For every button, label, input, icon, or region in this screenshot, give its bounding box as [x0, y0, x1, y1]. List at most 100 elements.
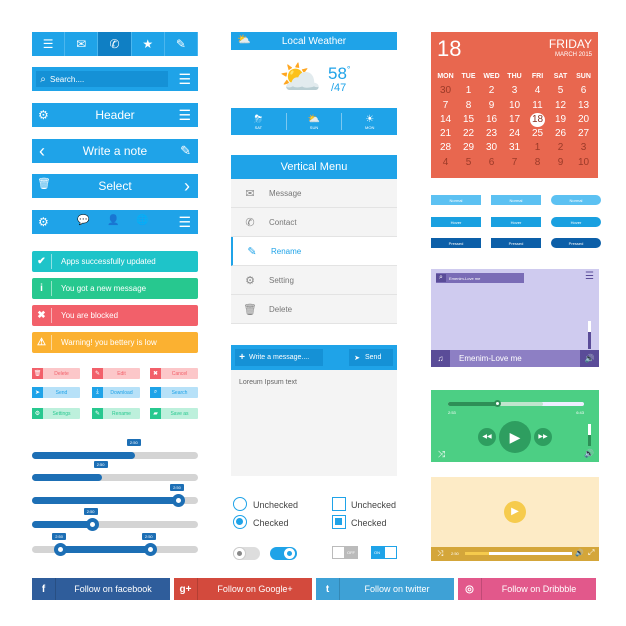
calendar-date[interactable]: 29 — [457, 141, 480, 155]
calendar-date[interactable]: 28 — [434, 141, 457, 155]
social-button[interactable]: g+ Follow on Google+ — [174, 578, 312, 600]
calendar-date[interactable]: 26 — [549, 127, 572, 141]
calendar-date[interactable]: 15 — [457, 113, 480, 127]
calendar-date[interactable]: 4 — [526, 84, 549, 98]
slider-knob[interactable] — [172, 494, 186, 507]
user-icon[interactable]: 👤 — [107, 216, 119, 226]
calendar-date[interactable]: 9 — [549, 156, 572, 170]
calendar-date-cell[interactable]: 31 — [503, 141, 526, 155]
calendar-date-cell[interactable]: 21 — [434, 127, 457, 141]
calendar-date-cell[interactable]: 9 — [480, 99, 503, 113]
calendar-date-cell[interactable]: 5 — [549, 84, 572, 98]
calendar-date-cell[interactable]: 9 — [549, 156, 572, 170]
settings-button[interactable]: ⚙ Settings — [32, 408, 80, 419]
radio-checked[interactable] — [233, 515, 247, 529]
calendar-date-cell[interactable]: 7 — [434, 99, 457, 113]
shuffle-icon[interactable]: ⤨ — [438, 449, 445, 460]
calendar-date-cell[interactable]: 3 — [503, 84, 526, 98]
calendar-date-cell[interactable]: 20 — [572, 113, 595, 127]
calendar-date-cell[interactable]: 27 — [572, 127, 595, 141]
tab-mail[interactable]: ✉ — [65, 32, 99, 56]
delete-button[interactable]: 🗑 Delete — [32, 368, 80, 379]
checkbox-checked[interactable] — [332, 515, 346, 529]
tab-star[interactable]: ★ — [132, 32, 165, 56]
pressed-button[interactable]: Pressed — [551, 238, 601, 248]
fullscreen-icon[interactable]: ⤢ — [588, 548, 594, 558]
calendar-date-cell[interactable]: 8 — [526, 156, 549, 170]
calendar-date-cell[interactable]: 1 — [457, 84, 480, 98]
calendar-date[interactable]: 17 — [503, 113, 526, 127]
menu-icon[interactable]: ☰ — [178, 215, 191, 229]
calendar-date[interactable]: 11 — [526, 99, 549, 113]
save-as-button[interactable]: ▰ Save as — [150, 408, 198, 419]
calendar-date[interactable]: 23 — [480, 127, 503, 141]
progress-knob[interactable] — [494, 400, 501, 407]
social-button[interactable]: ◎ Follow on Dribbble — [458, 578, 596, 600]
calendar-date[interactable]: 5 — [457, 156, 480, 170]
edit-button[interactable]: ✎ Edit — [92, 368, 140, 379]
calendar-date[interactable]: 5 — [549, 84, 572, 98]
menu-icon[interactable]: ☰ — [585, 271, 594, 282]
slider-knob[interactable] — [85, 518, 99, 531]
calendar-date-cell[interactable]: 17 — [503, 113, 526, 127]
calendar-date-cell[interactable]: 16 — [480, 113, 503, 127]
calendar-date-cell[interactable]: 2 — [549, 141, 572, 155]
calendar-date-cell[interactable]: 3 — [572, 141, 595, 155]
slider-knob[interactable] — [54, 543, 68, 556]
calendar-date[interactable]: 30 — [480, 141, 503, 155]
volume-icon[interactable]: 🔊 — [580, 350, 599, 367]
download-button[interactable]: ⤓ Download — [92, 387, 140, 398]
calendar-date-cell[interactable]: 14 — [434, 113, 457, 127]
forward-button[interactable]: ▶▶ — [534, 428, 552, 446]
menu-icon[interactable]: ☰ — [178, 108, 191, 122]
calendar-date-cell[interactable]: 29 — [457, 141, 480, 155]
slider[interactable] — [32, 494, 198, 507]
normal-button[interactable]: Normal — [551, 195, 601, 205]
calendar-date[interactable]: 27 — [572, 127, 595, 141]
calendar-date-cell[interactable]: 18 — [526, 112, 549, 128]
send-button[interactable]: ➤ Send — [349, 349, 393, 366]
calendar-date-cell[interactable]: 22 — [457, 127, 480, 141]
normal-button[interactable]: Normal — [491, 195, 541, 205]
menu-item-contact[interactable]: ✆ Contact — [231, 208, 397, 237]
volume-icon[interactable]: 🔊 — [575, 549, 584, 557]
checkbox-unchecked[interactable] — [332, 497, 346, 511]
calendar-date[interactable]: 6 — [572, 84, 595, 98]
tab-phone[interactable]: ✆ — [98, 32, 132, 56]
calendar-date[interactable]: 3 — [572, 141, 595, 155]
calendar-date-cell[interactable]: 19 — [549, 113, 572, 127]
chevron-right-icon[interactable]: › — [184, 177, 190, 195]
calendar-date[interactable]: 10 — [503, 99, 526, 113]
trash-icon[interactable]: 🗑 — [37, 179, 51, 190]
calendar-date[interactable]: 16 — [480, 113, 503, 127]
calendar-date[interactable]: 19 — [549, 113, 572, 127]
calendar-date[interactable]: 30 — [434, 84, 457, 98]
calendar-date-cell[interactable]: 23 — [480, 127, 503, 141]
social-button[interactable]: f Follow on facebook — [32, 578, 170, 600]
calendar-date[interactable]: 10 — [572, 156, 595, 170]
calendar-date[interactable]: 22 — [457, 127, 480, 141]
calendar-date[interactable]: 8 — [457, 99, 480, 113]
calendar-date-cell[interactable]: 10 — [503, 99, 526, 113]
calendar-date-cell[interactable]: 8 — [457, 99, 480, 113]
forecast-mon[interactable]: ☀ MON — [342, 113, 397, 130]
calendar-date-cell[interactable]: 4 — [526, 84, 549, 98]
calendar-date[interactable]: 24 — [503, 127, 526, 141]
calendar-date[interactable]: 8 — [526, 156, 549, 170]
calendar-date-cell[interactable]: 25 — [526, 127, 549, 141]
gear-icon[interactable]: ⚙ — [38, 109, 49, 121]
menu-item-setting[interactable]: ⚙ Setting — [231, 266, 397, 295]
calendar-date-cell[interactable]: 7 — [503, 156, 526, 170]
search-button[interactable]: ⌕ Search — [150, 387, 198, 398]
volume-slider[interactable] — [588, 424, 591, 446]
calendar-date[interactable]: 25 — [526, 127, 549, 141]
calendar-date-cell[interactable]: 28 — [434, 141, 457, 155]
chat-icon[interactable]: 💬 — [77, 216, 89, 226]
hover-button[interactable]: Hover — [491, 217, 541, 227]
menu-icon[interactable]: ☰ — [178, 72, 191, 86]
calendar-date[interactable]: 14 — [434, 113, 457, 127]
volume-slider[interactable] — [588, 321, 591, 349]
gear-icon[interactable]: ⚙ — [38, 216, 49, 228]
calendar-date-cell[interactable]: 26 — [549, 127, 572, 141]
globe-icon[interactable]: 🌐 — [136, 216, 148, 226]
